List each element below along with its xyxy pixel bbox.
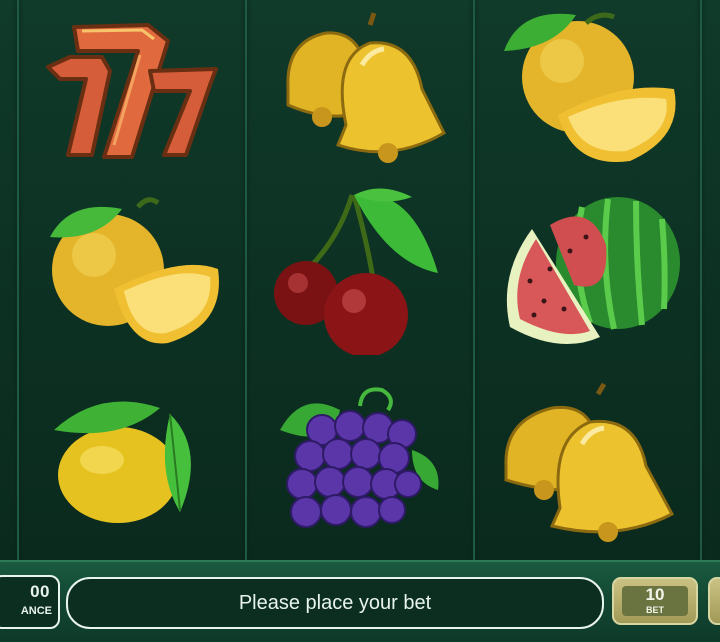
reels-area [0,0,720,560]
symbol-lemon-icon [30,380,230,550]
symbol-cherry-icon [262,185,462,357]
symbol-bell-icon [262,5,462,175]
control-panel: 00 ANCE Please place your bet 10 BET [0,560,720,642]
symbol-watermelon-icon [490,185,690,355]
next-control-button[interactable] [708,577,720,625]
symbol-grapes-icon [262,380,462,550]
symbol-orange-icon [30,185,230,355]
status-message: Please place your bet [66,577,604,629]
bet-label: BET [646,605,664,615]
reel-divider [700,0,702,560]
reel-divider [473,0,475,560]
symbol-orange-icon [490,5,690,175]
reel-divider [245,0,247,560]
balance-label: ANCE [20,605,52,617]
symbol-bell-icon [490,380,690,550]
balance-value: 00 [30,582,50,601]
bet-value: 10 [645,585,665,604]
bet-display: 10 BET [622,586,688,616]
reel-divider [17,0,19,560]
balance-display: 00 ANCE [0,575,60,629]
bet-button[interactable]: 10 BET [612,577,698,625]
symbol-seven-icon [30,5,230,175]
